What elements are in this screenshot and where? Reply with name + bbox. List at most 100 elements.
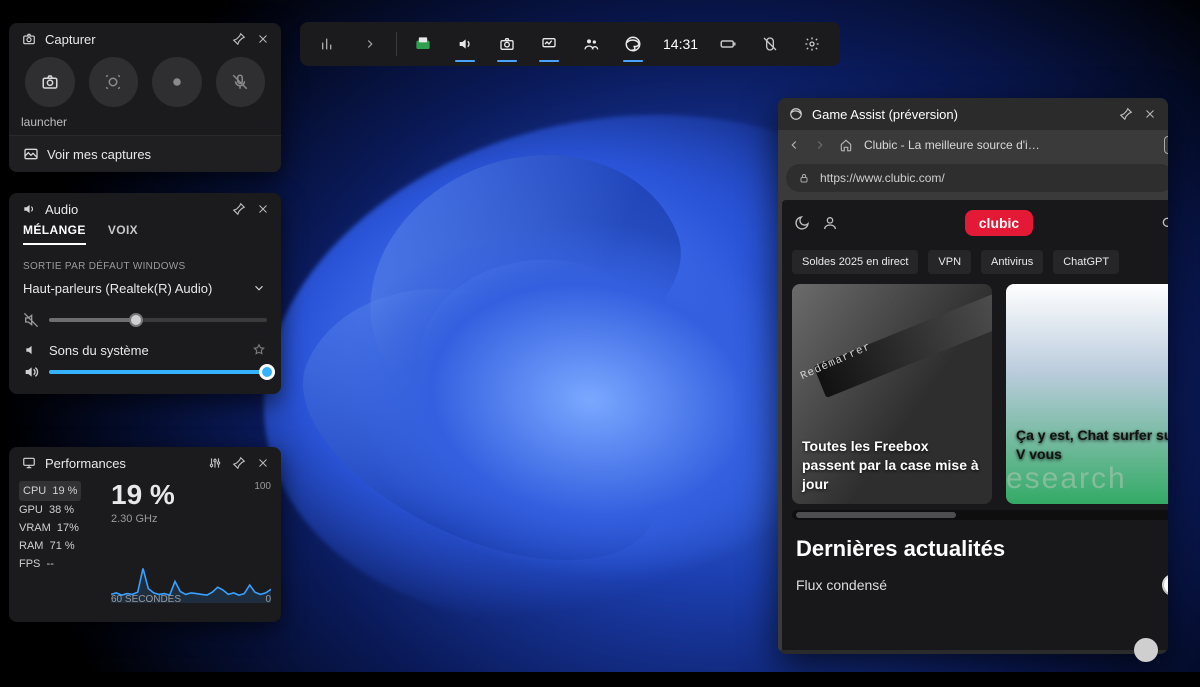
sliders-icon[interactable]	[207, 455, 223, 471]
close-icon[interactable]	[255, 201, 271, 217]
page-title: Clubic - La meilleure source d'i…	[864, 138, 1154, 152]
tab-count[interactable]: 1	[1164, 136, 1168, 154]
x-axis-label: 60 SECONDES	[111, 594, 181, 605]
capture-title: Capturer	[45, 32, 223, 47]
close-icon[interactable]	[255, 31, 271, 47]
record-last-button[interactable]	[89, 57, 139, 107]
pin-icon[interactable]	[1118, 106, 1134, 122]
y-max: 100	[254, 481, 271, 492]
capture-bar-button[interactable]	[489, 26, 525, 62]
pin-icon[interactable]	[231, 455, 247, 471]
fps-value: --	[47, 558, 54, 570]
theme-icon[interactable]	[794, 215, 810, 231]
news-heading: Dernières actualités	[796, 536, 1168, 562]
screenshot-button[interactable]	[25, 57, 75, 107]
gallery-icon	[23, 146, 39, 162]
game-assist-title: Game Assist (préversion)	[812, 107, 1110, 122]
search-icon[interactable]	[1160, 215, 1168, 231]
cpu-value: 19 %	[52, 485, 77, 497]
performance-bar-button[interactable]	[531, 26, 567, 62]
metrics-list: CPU 19 % GPU 38 % VRAM 17% RAM 71 % FPS …	[19, 481, 105, 603]
see-captures-label: Voir mes captures	[47, 147, 151, 162]
mic-toggle-button[interactable]	[216, 57, 266, 107]
performance-widget: Performances CPU 19 % GPU 38 % VRAM 17% …	[9, 447, 281, 622]
tag-link[interactable]: Soldes 2025 en direct	[792, 250, 918, 274]
battery-icon[interactable]	[710, 26, 746, 62]
card-title: Ça y est, Chat surfer sur le V vous	[1016, 426, 1168, 464]
site-logo[interactable]: clubic	[965, 210, 1033, 236]
horizontal-scrollbar[interactable]	[792, 510, 1168, 520]
card2-bg-text: esearch	[1006, 462, 1127, 496]
back-button[interactable]	[786, 137, 802, 153]
system-volume-slider[interactable]	[49, 370, 267, 374]
pin-icon[interactable]	[231, 31, 247, 47]
tag-link[interactable]: VPN	[928, 250, 971, 274]
edge-icon	[788, 106, 804, 122]
card-title: Toutes les Freebox passent par la case m…	[802, 437, 982, 494]
performance-title: Performances	[45, 456, 199, 471]
close-icon[interactable]	[255, 455, 271, 471]
cpu-line-chart	[111, 531, 271, 603]
flux-toggle[interactable]	[1162, 574, 1168, 596]
capture-widget: Capturer launcher Voir mes captures	[9, 23, 281, 172]
user-icon[interactable]	[822, 215, 838, 231]
record-button[interactable]	[152, 57, 202, 107]
cpu-freq: 2.30 GHz	[111, 513, 271, 525]
social-bar-button[interactable]	[573, 26, 609, 62]
url-text: https://www.clubic.com/	[820, 171, 945, 185]
tab-mix[interactable]: MÉLANGE	[23, 223, 86, 245]
gpu-label: GPU	[19, 504, 43, 516]
gamebar-clock: 14:31	[657, 36, 704, 52]
flux-label: Flux condensé	[796, 577, 887, 593]
settings-icon[interactable]	[794, 26, 830, 62]
ram-label: RAM	[19, 540, 43, 552]
output-device-dropdown[interactable]: Haut-parleurs (Realtek(R) Audio)	[9, 278, 281, 306]
pin-icon[interactable]	[231, 201, 247, 217]
speaker-muted-icon[interactable]	[23, 312, 39, 328]
system-sounds-label: Sons du système	[49, 343, 149, 358]
article-card[interactable]: Open esearch Ça y est, Chat surfer sur l…	[1006, 284, 1168, 504]
tag-row: Soldes 2025 en direct VPN Antivirus Chat…	[782, 246, 1168, 284]
y-min: 0	[265, 594, 271, 605]
chevron-right-icon[interactable]	[352, 26, 388, 62]
default-output-label: SORTIE PAR DÉFAUT WINDOWS	[9, 251, 281, 278]
webview: ▲ ▼ clubic Soldes 2025 en direct VPN	[782, 200, 1168, 650]
camera-icon	[21, 31, 37, 47]
speaker-icon	[21, 201, 37, 217]
ram-value: 71 %	[50, 540, 75, 552]
output-device-name: Haut-parleurs (Realtek(R) Audio)	[23, 281, 212, 296]
chevron-down-icon	[251, 280, 267, 296]
capture-app-name: launcher	[9, 113, 281, 135]
see-captures-button[interactable]: Voir mes captures	[9, 135, 281, 172]
monitor-icon	[21, 455, 37, 471]
vram-label: VRAM	[19, 522, 51, 534]
master-volume-slider[interactable]	[49, 318, 267, 322]
gpu-value: 38 %	[49, 504, 74, 516]
tag-link[interactable]: Antivirus	[981, 250, 1043, 274]
star-icon[interactable]	[251, 342, 267, 358]
widgets-menu-button[interactable]	[310, 26, 346, 62]
game-assist-window: Game Assist (préversion) Clubic - La mei…	[778, 98, 1168, 654]
game-bar: 14:31	[300, 22, 840, 66]
audio-bar-button[interactable]	[447, 26, 483, 62]
speaker-icon[interactable]	[23, 364, 39, 380]
avatar[interactable]	[1134, 638, 1158, 662]
article-card[interactable]: Redémarrer Toutes les Freebox passent pa…	[792, 284, 992, 504]
lock-icon	[796, 170, 812, 186]
vram-value: 17%	[57, 522, 79, 534]
cpu-label: CPU	[23, 485, 46, 497]
address-bar[interactable]: https://www.clubic.com/	[786, 164, 1168, 192]
home-button[interactable]	[838, 137, 854, 153]
xbox-button[interactable]	[405, 26, 441, 62]
forward-button[interactable]	[812, 137, 828, 153]
cpu-big-value: 19 %	[111, 481, 271, 509]
speaker-icon	[23, 342, 39, 358]
tag-link[interactable]: ChatGPT	[1053, 250, 1119, 274]
fps-label: FPS	[19, 558, 40, 570]
audio-widget: Audio MÉLANGE VOIX SORTIE PAR DÉFAUT WIN…	[9, 193, 281, 394]
edge-bar-button[interactable]	[615, 26, 651, 62]
close-icon[interactable]	[1142, 106, 1158, 122]
audio-title: Audio	[45, 202, 223, 217]
nomouse-icon[interactable]	[752, 26, 788, 62]
tab-voice[interactable]: VOIX	[108, 223, 138, 245]
